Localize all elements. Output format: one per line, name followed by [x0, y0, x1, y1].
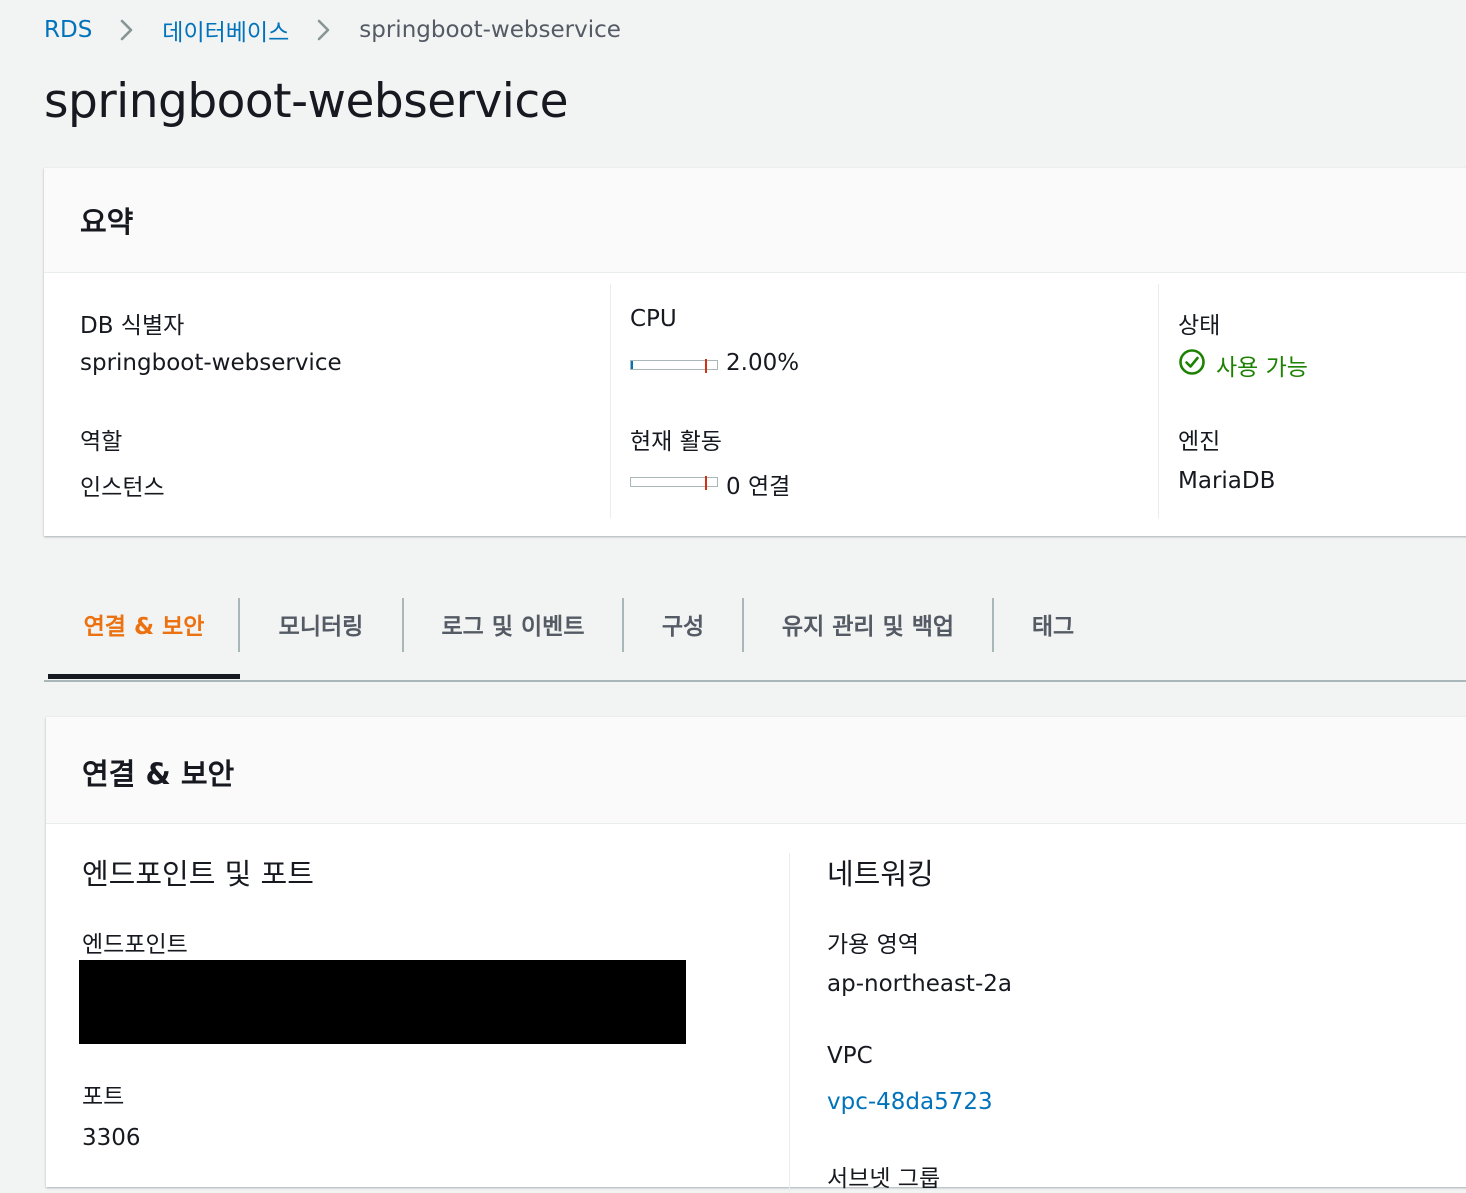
engine-label: 엔진 [1178, 429, 1221, 455]
chevron-right-icon [112, 15, 142, 45]
chevron-right-icon [309, 15, 339, 45]
engine-value: MariaDB [1178, 468, 1276, 494]
db-identifier-value: springboot-webservice [80, 350, 342, 376]
current-activity-label: 현재 활동 [630, 429, 722, 455]
cpu-meter-marker [705, 359, 707, 373]
status-badge: 사용 가능 [1178, 348, 1308, 382]
column-divider [789, 853, 790, 1193]
vpc-label: VPC [827, 1043, 873, 1069]
page-title: springboot-webservice [44, 74, 569, 129]
summary-header: 요약 [44, 168, 1466, 273]
cpu-meter-fill [631, 361, 633, 369]
summary-column-status: 상태 사용 가능 엔진 MariaDB [1158, 284, 1466, 518]
activity-meter-marker [705, 476, 707, 490]
availability-zone-value: ap-northeast-2a [827, 971, 1012, 997]
active-tab-indicator [48, 674, 240, 679]
check-circle-icon [1178, 348, 1216, 382]
tab-maintenance-backup[interactable]: 유지 관리 및 백업 [744, 596, 992, 652]
breadcrumb-current: springboot-webservice [359, 17, 621, 43]
activity-meter [630, 476, 718, 490]
breadcrumb: RDS 데이터베이스 springboot-webservice [44, 14, 621, 46]
tab-configuration[interactable]: 구성 [624, 596, 742, 652]
summary-card: 요약 DB 식별자 springboot-webservice 역할 인스턴스 … [44, 168, 1466, 536]
cpu-value: 2.00% [726, 350, 800, 376]
breadcrumb-databases-link[interactable]: 데이터베이스 [162, 13, 289, 47]
cpu-meter [630, 359, 718, 373]
tab-tags[interactable]: 태그 [994, 596, 1112, 652]
endpoint-port-title: 엔드포인트 및 포트 [82, 857, 314, 891]
networking-title: 네트워킹 [827, 857, 934, 891]
current-activity-value: 0 연결 [726, 474, 791, 500]
tab-monitoring[interactable]: 모니터링 [240, 596, 402, 652]
subnet-group-label: 서브넷 그룹 [827, 1166, 941, 1192]
port-label: 포트 [82, 1084, 125, 1110]
breadcrumb-rds-link[interactable]: RDS [44, 17, 92, 43]
summary-column-identity: DB 식별자 springboot-webservice 역할 인스턴스 [44, 284, 610, 518]
cpu-label: CPU [630, 306, 677, 332]
db-identifier-label: DB 식별자 [80, 313, 185, 339]
connectivity-header: 연결 & 보안 [46, 717, 1466, 824]
status-label: 상태 [1178, 313, 1221, 339]
endpoint-value-redacted [79, 960, 686, 1044]
availability-zone-label: 가용 영역 [827, 932, 919, 958]
role-value: 인스턴스 [80, 475, 165, 501]
connectivity-title: 연결 & 보안 [82, 757, 235, 791]
connectivity-security-card: 연결 & 보안 엔드포인트 및 포트 엔드포인트 포트 3306 네트워킹 가용… [46, 717, 1466, 1193]
detail-tabs: 연결 & 보안 모니터링 로그 및 이벤트 구성 유지 관리 및 백업 태그 [44, 596, 1466, 682]
vpc-link[interactable]: vpc-48da5723 [827, 1089, 993, 1115]
endpoint-label: 엔드포인트 [82, 932, 188, 958]
role-label: 역할 [80, 429, 123, 455]
summary-column-usage: CPU 2.00% 현재 활동 0 연결 [610, 284, 1159, 518]
tab-connectivity-security[interactable]: 연결 & 보안 [48, 596, 240, 652]
tab-logs-events[interactable]: 로그 및 이벤트 [404, 596, 622, 652]
status-value: 사용 가능 [1216, 355, 1308, 381]
summary-title: 요약 [80, 205, 134, 239]
port-value: 3306 [82, 1125, 141, 1151]
